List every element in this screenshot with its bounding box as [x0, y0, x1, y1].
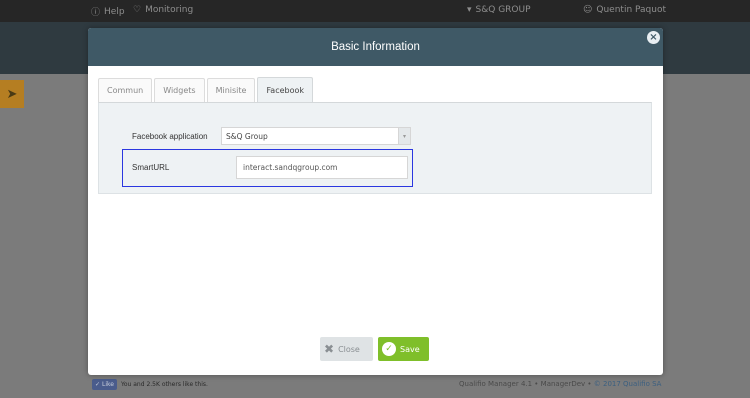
close-button-label: Close [338, 344, 360, 354]
user-menu[interactable]: ☺ Quentin Paquot [583, 5, 666, 15]
like-count-text: You and 2.5K others like this. [121, 381, 208, 388]
tab-minisite[interactable]: Minisite [206, 78, 256, 102]
tab-label: Commun [107, 86, 144, 95]
top-navigation-bar: ⓘ Help ♡ Monitoring ▾ S&Q GROUP ☺ Quenti… [0, 0, 750, 22]
thumbs-up-icon: ✓ [95, 381, 101, 388]
smarturl-label: SmartURL [132, 163, 170, 172]
facebook-application-select[interactable]: S&Q Group ▾ [221, 127, 411, 145]
footer-version: Qualifio Manager 4.1 • ManagerDev • © 20… [459, 380, 661, 388]
monitoring-nav-item[interactable]: ♡ Monitoring [133, 5, 193, 15]
user-label: Quentin Paquot [596, 5, 667, 15]
copyright-link[interactable]: © 2017 Qualifio SA [594, 380, 662, 388]
chevron-down-icon: ▾ [467, 5, 472, 15]
basic-information-modal: Basic Information × Commun Widgets Minis… [88, 28, 663, 375]
facebook-like-widget: ✓ Like You and 2.5K others like this. [92, 379, 208, 390]
organization-selector[interactable]: ▾ S&Q GROUP [467, 5, 531, 15]
facebook-application-label: Facebook application [132, 132, 208, 141]
organization-label: S&Q GROUP [475, 5, 531, 15]
facebook-settings-panel: Facebook application S&Q Group ▾ SmartUR… [98, 102, 652, 194]
heart-icon: ♡ [133, 5, 142, 15]
smarturl-value: interact.sandqgroup.com [243, 163, 338, 172]
save-button-label: Save [400, 344, 420, 354]
help-label: Help [104, 6, 125, 17]
version-text: Qualifio Manager 4.1 • ManagerDev • [459, 380, 592, 388]
help-icon: ⓘ [91, 8, 101, 18]
checkmark-icon: ✓ [382, 342, 396, 356]
modal-title: Basic Information [331, 41, 420, 53]
user-icon: ☺ [583, 5, 593, 15]
rocket-icon[interactable]: ➤ [0, 80, 24, 108]
tab-label: Minisite [215, 86, 247, 95]
close-icon: ✖ [324, 342, 335, 356]
like-button[interactable]: ✓ Like [92, 379, 117, 390]
tab-label: Facebook [266, 85, 305, 95]
tab-bar: Commun Widgets Minisite Facebook [98, 77, 315, 102]
tab-facebook[interactable]: Facebook [257, 77, 314, 102]
like-button-label: Like [102, 381, 114, 388]
close-icon[interactable]: × [647, 31, 660, 44]
monitoring-label: Monitoring [145, 5, 194, 15]
tab-label: Widgets [163, 86, 196, 95]
close-button[interactable]: ✖ Close [320, 337, 373, 361]
save-button[interactable]: ✓ Save [378, 337, 429, 361]
facebook-application-value: S&Q Group [226, 131, 268, 141]
tab-commun[interactable]: Commun [98, 78, 153, 102]
modal-header: Basic Information [88, 28, 663, 66]
smarturl-input[interactable]: interact.sandqgroup.com [236, 156, 408, 179]
chevron-down-icon: ▾ [398, 128, 410, 144]
tab-widgets[interactable]: Widgets [154, 78, 205, 102]
help-nav-item[interactable]: ⓘ Help [91, 5, 125, 19]
